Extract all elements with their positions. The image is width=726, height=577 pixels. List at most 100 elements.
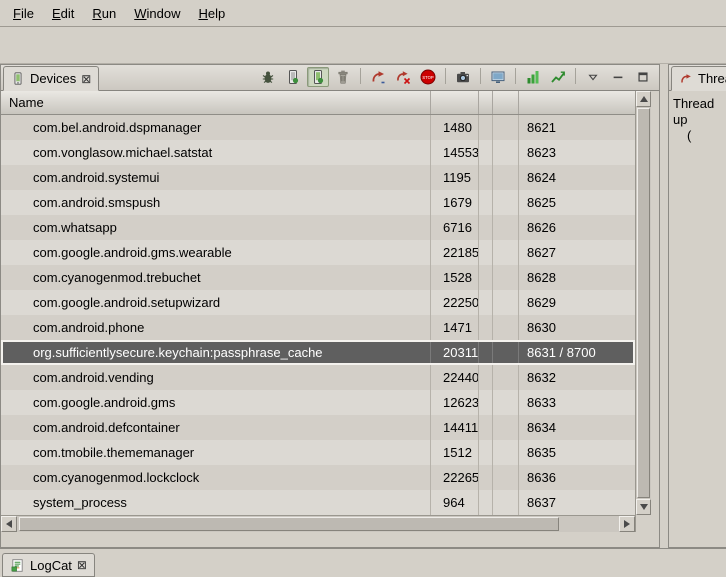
table-row[interactable]: com.google.android.gms.wearable221858627 — [1, 240, 635, 265]
table-row[interactable]: com.android.smspush16798625 — [1, 190, 635, 215]
horizontal-scroll-thumb[interactable] — [19, 517, 559, 531]
process-pid: 22250 — [431, 290, 479, 315]
menu-help[interactable]: Help — [189, 2, 234, 25]
process-pid: 964 — [431, 490, 479, 515]
process-name: com.google.android.gms — [1, 390, 431, 415]
process-name: com.vonglasow.michael.satstat — [1, 140, 431, 165]
process-port: 8634 — [519, 415, 635, 440]
sysinfo-button[interactable] — [522, 67, 544, 87]
empty-cell — [493, 240, 519, 265]
close-icon[interactable]: ⊠ — [81, 73, 91, 85]
empty-cell — [493, 115, 519, 140]
column-header-empty[interactable] — [479, 91, 493, 114]
table-row[interactable]: com.whatsapp67168626 — [1, 215, 635, 240]
process-name: com.android.vending — [1, 365, 431, 390]
empty-cell — [493, 465, 519, 490]
menu-window[interactable]: Window — [125, 2, 189, 25]
table-row[interactable]: com.vonglasow.michael.satstat145538623 — [1, 140, 635, 165]
network-stats-icon — [550, 69, 566, 85]
close-icon[interactable]: ⊠ — [77, 559, 87, 571]
column-header-name[interactable]: Name — [1, 91, 431, 114]
empty-cell — [493, 265, 519, 290]
process-name: com.google.android.setupwizard — [1, 290, 431, 315]
empty-cell — [493, 290, 519, 315]
maximize-icon — [636, 70, 650, 84]
process-pid: 1480 — [431, 115, 479, 140]
tab-logcat[interactable]: LogCat ⊠ — [2, 553, 95, 577]
process-port: 8630 — [519, 315, 635, 340]
process-port: 8631 / 8700 — [519, 340, 635, 365]
menu-file[interactable]: File — [4, 2, 43, 25]
tab-threads[interactable]: Threa — [671, 66, 726, 91]
scroll-up-button[interactable] — [636, 91, 651, 107]
tab-devices[interactable]: Devices ⊠ — [3, 66, 99, 91]
menu-run-mnemonic: R — [92, 6, 101, 21]
table-row[interactable]: com.bel.android.dspmanager14808621 — [1, 115, 635, 140]
scroll-track[interactable] — [561, 516, 619, 532]
cause-gc-button[interactable] — [332, 67, 354, 87]
empty-cell — [493, 215, 519, 240]
vertical-scrollbar[interactable] — [635, 91, 651, 515]
empty-cell — [493, 365, 519, 390]
table-row[interactable]: com.cyanogenmod.lockclock222658636 — [1, 465, 635, 490]
process-name: com.bel.android.dspmanager — [1, 115, 431, 140]
device-table: Name com.bel.android.dspmanager14808621c… — [1, 91, 659, 515]
devices-view: Devices ⊠ — [0, 64, 660, 548]
scroll-right-button[interactable] — [619, 516, 635, 532]
process-pid: 14411 — [431, 415, 479, 440]
view-menu-button[interactable] — [582, 67, 604, 87]
menu-edit-label: dit — [61, 6, 75, 21]
menu-run[interactable]: Run — [83, 2, 125, 25]
panel-sash[interactable] — [660, 64, 668, 548]
vertical-scroll-thumb[interactable] — [637, 108, 650, 498]
table-row[interactable]: com.tmobile.thememanager15128635 — [1, 440, 635, 465]
empty-cell — [479, 115, 493, 140]
scroll-down-button[interactable] — [636, 499, 651, 515]
network-stats-button[interactable] — [547, 67, 569, 87]
stop-process-button[interactable]: STOP — [417, 67, 439, 87]
process-port: 8636 — [519, 465, 635, 490]
table-row[interactable]: com.android.vending224408632 — [1, 365, 635, 390]
device-table-body: com.bel.android.dspmanager14808621com.vo… — [1, 115, 635, 515]
scrollbar-corner — [635, 515, 651, 532]
table-row[interactable]: com.google.android.setupwizard222508629 — [1, 290, 635, 315]
horizontal-scrollbar[interactable] — [1, 515, 635, 532]
table-row[interactable]: com.android.systemui11958624 — [1, 165, 635, 190]
screen-display-button[interactable] — [487, 67, 509, 87]
empty-cell — [479, 490, 493, 515]
process-name: com.tmobile.thememanager — [1, 440, 431, 465]
column-header-pid[interactable] — [431, 91, 479, 114]
coolbar — [0, 27, 726, 64]
method-profiling-button[interactable] — [392, 67, 414, 87]
maximize-button[interactable] — [632, 67, 654, 87]
empty-cell — [479, 190, 493, 215]
scroll-left-button[interactable] — [1, 516, 17, 532]
debug-button[interactable] — [257, 67, 279, 87]
column-header-empty[interactable] — [493, 91, 519, 114]
screen-capture-button[interactable] — [452, 67, 474, 87]
table-row[interactable]: org.sufficientlysecure.keychain:passphra… — [1, 340, 635, 365]
update-threads-button[interactable] — [367, 67, 389, 87]
update-heap-button[interactable] — [282, 67, 304, 87]
process-pid: 1195 — [431, 165, 479, 190]
table-row[interactable]: com.android.defcontainer144118634 — [1, 415, 635, 440]
process-name: com.whatsapp — [1, 215, 431, 240]
threads-view: Threa Thread up ( — [668, 64, 726, 548]
table-row[interactable]: system_process9648637 — [1, 490, 635, 515]
table-row[interactable]: com.google.android.gms126238633 — [1, 390, 635, 415]
table-row[interactable]: com.cyanogenmod.trebuchet15288628 — [1, 265, 635, 290]
column-header-port[interactable] — [519, 91, 635, 114]
process-port: 8624 — [519, 165, 635, 190]
table-row[interactable]: com.android.phone14718630 — [1, 315, 635, 340]
empty-cell — [479, 165, 493, 190]
menu-edit[interactable]: Edit — [43, 2, 83, 25]
process-port: 8635 — [519, 440, 635, 465]
screen-capture-icon — [455, 69, 471, 85]
process-pid: 22440 — [431, 365, 479, 390]
minimize-button[interactable] — [607, 67, 629, 87]
process-name: com.android.smspush — [1, 190, 431, 215]
process-pid: 12623 — [431, 390, 479, 415]
empty-cell — [479, 290, 493, 315]
dump-hprof-button[interactable] — [307, 67, 329, 87]
device-icon — [11, 71, 25, 86]
